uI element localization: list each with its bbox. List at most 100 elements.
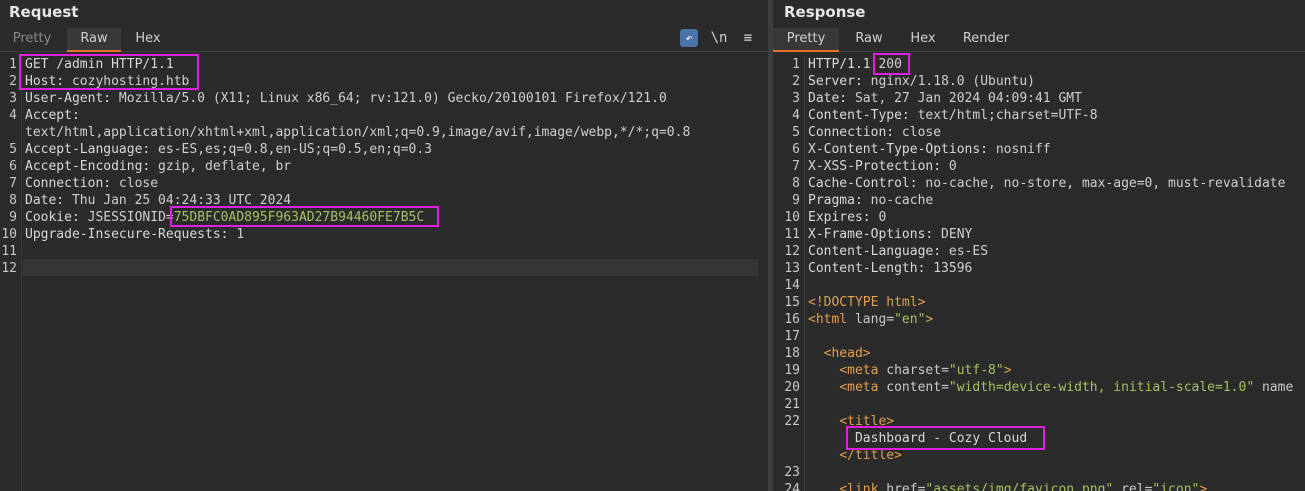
header-name: Content-Length: (808, 261, 926, 276)
line-number: 4 (792, 108, 800, 123)
html-string: "assets/img/favicon.png" (925, 482, 1114, 491)
header-name: HTTP/1.1 (808, 57, 879, 72)
html-attribute: name (1254, 380, 1294, 395)
response-body-line: <head> (808, 345, 871, 362)
request-title: Request (9, 3, 79, 21)
header-name: Accept: (25, 108, 80, 123)
line-number: 4 (9, 108, 17, 123)
html-tag: <meta (839, 363, 887, 378)
line-number: 19 (784, 363, 800, 378)
header-value: es-ES (941, 244, 989, 259)
header-name: Connection: (808, 125, 895, 140)
line-number: 3 (792, 91, 800, 106)
header-name: Server: (808, 74, 863, 89)
line-number: 16 (784, 312, 800, 327)
newline-toggle-button[interactable]: \n (710, 29, 728, 47)
response-body-line: <meta charset="utf-8"> (808, 362, 1012, 379)
header-name: X-XSS-Protection: (808, 159, 942, 174)
html-tag: <meta (839, 380, 887, 395)
header-name: Pragma: (808, 193, 863, 208)
header-value: 1 (228, 227, 245, 242)
response-tabs: Pretty Raw Hex Render (773, 28, 1305, 52)
header-value: 0 (941, 159, 957, 174)
header-value: nginx/1.18.0 (Ubuntu) (862, 74, 1035, 89)
line-number: 12 (1, 261, 17, 276)
html-tag: <link (839, 482, 887, 491)
request-line: Connection: close (25, 175, 158, 192)
highlight-request-line-host (19, 54, 199, 90)
header-name: Date: (25, 193, 65, 208)
request-line: text/html,application/xhtml+xml,applicat… (25, 124, 690, 141)
tab-hex[interactable]: Hex (903, 28, 943, 52)
header-value: no-cache, no-store, max-age=0, must-reva… (917, 176, 1286, 191)
header-name: Content-Type: (808, 108, 910, 123)
html-tag: > (1003, 363, 1012, 378)
line-number: 24 (784, 482, 800, 491)
html-text (808, 363, 839, 378)
line-number: 11 (784, 227, 800, 242)
response-body-line: <html lang="en"> (808, 311, 933, 328)
request-line-gutter: 1 2 3 4 5 6 7 8 9 10 11 12 (0, 55, 22, 491)
header-value: gzip, deflate, br (150, 159, 292, 174)
header-name: Accept-Encoding: (25, 159, 151, 174)
header-name: Expires: (808, 210, 871, 225)
header-value: text/html;charset=UTF-8 (909, 108, 1098, 123)
header-value: 13596 (925, 261, 973, 276)
tab-hex[interactable]: Hex (128, 28, 168, 52)
request-line: User-Agent: Mozilla/5.0 (X11; Linux x86_… (25, 90, 667, 107)
request-line: Accept: (25, 107, 80, 124)
line-number: 22 (784, 414, 800, 429)
response-body-line: <meta content="width=device-width, initi… (808, 379, 1293, 396)
line-number: 9 (9, 210, 17, 225)
response-header-line: Content-Length: 13596 (808, 260, 972, 277)
response-line-gutter: 1 2 3 4 5 6 7 8 9 10 11 12 13 14 15 16 17 18 19 20 21 22 23 24 (773, 55, 805, 491)
line-number: 20 (784, 380, 800, 395)
line-number: 10 (784, 210, 800, 225)
menu-icon[interactable]: ≡ (739, 29, 757, 47)
line-number: 2 (9, 74, 17, 89)
html-text (808, 448, 839, 463)
header-value: text/html,application/xhtml+xml,applicat… (25, 125, 691, 140)
highlight-status-code (873, 53, 910, 75)
header-value: close (111, 176, 159, 191)
header-value: JSESSIONID= (79, 210, 174, 225)
response-title: Response (784, 3, 866, 21)
html-attribute: href= (886, 482, 926, 491)
header-value: 0 (870, 210, 887, 225)
header-name: Content-Language: (808, 244, 942, 259)
header-name: User-Agent: (25, 91, 112, 106)
header-name: Cookie: (25, 210, 80, 225)
request-tabs: Pretty Raw Hex (0, 28, 768, 52)
header-name: X-Frame-Options: (808, 227, 934, 242)
line-number: 9 (792, 193, 800, 208)
html-text (808, 346, 824, 361)
html-string: "utf-8" (948, 363, 1004, 378)
tab-raw[interactable]: Raw (847, 28, 891, 52)
tab-pretty[interactable]: Pretty (773, 28, 839, 52)
header-name: Upgrade-Insecure-Requests: (25, 227, 229, 242)
html-text (808, 414, 839, 429)
request-line: Accept-Encoding: gzip, deflate, br (25, 158, 291, 175)
tab-render[interactable]: Render (958, 28, 1014, 52)
header-value: close (894, 125, 942, 140)
html-string: "width=device-width, initial-scale=1.0" (948, 380, 1255, 395)
html-attribute: lang= (854, 312, 895, 327)
request-editor[interactable]: 1 2 3 4 5 6 7 8 9 10 11 12 GET /admin HTTP/1.1 Host:… (0, 55, 768, 491)
line-number: 2 (792, 74, 800, 89)
html-attribute: rel= (1113, 482, 1153, 491)
tab-raw[interactable]: Raw (67, 28, 121, 52)
header-name: Connection: (25, 176, 112, 191)
wrap-lines-icon[interactable]: ↶ (680, 29, 698, 47)
header-name: Accept-Language: (25, 142, 151, 157)
tab-pretty[interactable]: Pretty (7, 28, 57, 52)
highlight-page-title (846, 426, 1045, 450)
html-attribute: charset= (886, 363, 949, 378)
html-tag: <!DOCTYPE html> (808, 295, 926, 310)
html-tag: <head> (823, 346, 871, 361)
response-header-line: X-Frame-Options: DENY (808, 226, 972, 243)
line-number: 13 (784, 261, 800, 276)
response-header-line: X-XSS-Protection: 0 (808, 158, 957, 175)
response-header-line: Cache-Control: no-cache, no-store, max-a… (808, 175, 1285, 192)
response-body-line: <link href="assets/img/favicon.png" rel=… (808, 481, 1207, 491)
line-number: 7 (9, 176, 17, 191)
